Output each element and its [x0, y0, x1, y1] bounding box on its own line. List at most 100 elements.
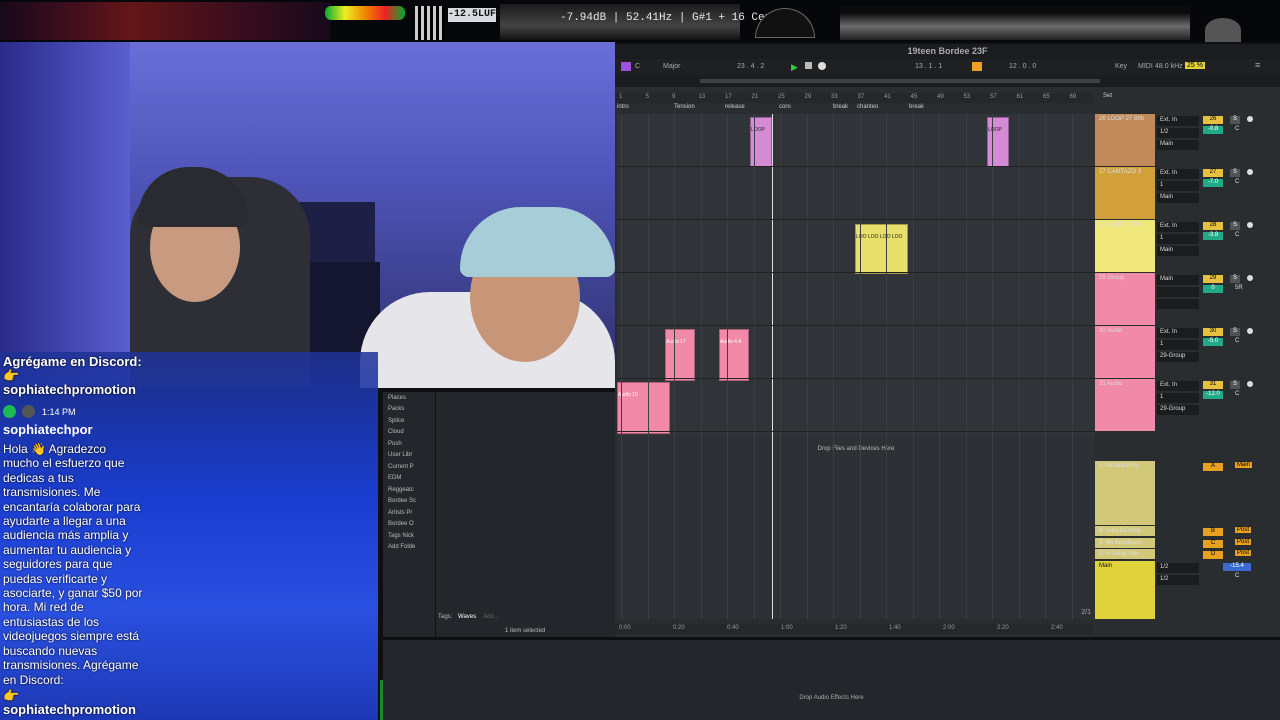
- output-select[interactable]: 29-Group: [1157, 405, 1199, 415]
- arm-icon[interactable]: [1247, 381, 1253, 387]
- master-pan[interactable]: C: [1235, 573, 1239, 579]
- browser-place-item[interactable]: EDM: [388, 475, 401, 486]
- browser-place-item[interactable]: User Libr: [388, 452, 412, 463]
- browser-place-item[interactable]: Current P: [388, 464, 414, 475]
- record-icon[interactable]: [818, 62, 826, 70]
- loop-icon[interactable]: [972, 62, 982, 71]
- loop-start-field[interactable]: 13 . 1 . 1: [915, 63, 942, 70]
- locator[interactable]: break: [833, 104, 848, 110]
- track-header[interactable]: 28 LOOP 2 90bp Ext. In 1 Main 28 -3.8 C S: [1095, 220, 1280, 272]
- locator[interactable]: intro: [617, 104, 629, 110]
- browser-place-item[interactable]: Reggeatc: [388, 487, 414, 498]
- return-header[interactable]: B ValhallaDelay B Post: [1095, 526, 1280, 536]
- volume-field[interactable]: -5.0: [1203, 338, 1223, 346]
- return-name[interactable]: C 4th Bandpass: [1095, 537, 1155, 548]
- track-lane[interactable]: [617, 114, 1095, 167]
- scale-select[interactable]: Major: [663, 63, 681, 70]
- track-number[interactable]: 28: [1203, 222, 1223, 230]
- locator[interactable]: break: [909, 104, 924, 110]
- channel-select[interactable]: 1: [1157, 393, 1199, 403]
- volume-field[interactable]: -12.0: [1203, 391, 1223, 399]
- volume-field[interactable]: -0.8: [1203, 126, 1223, 134]
- master-cue[interactable]: 1/2: [1157, 563, 1199, 573]
- volume-field[interactable]: -7.0: [1203, 179, 1223, 187]
- track-header[interactable]: 30 Audio Ext. In 1 29-Group 30 -5.0 C S: [1095, 326, 1280, 378]
- arm-icon[interactable]: [1247, 275, 1253, 281]
- browser-place-item[interactable]: Cloud: [388, 429, 404, 440]
- position-field[interactable]: 23 . 4 . 2: [737, 63, 764, 70]
- solo-button[interactable]: S: [1230, 222, 1240, 230]
- return-header[interactable]: D H-Delay Ster D Post: [1095, 549, 1280, 559]
- track-name[interactable]: 26 LOOP 27 89b: [1095, 114, 1155, 166]
- arm-icon[interactable]: [1247, 116, 1253, 122]
- master-out[interactable]: 1/2: [1157, 575, 1199, 585]
- time-ruler[interactable]: 0:00 0:20 0:40 1:00 1:20 1:40 2:00 2:20 2:40: [615, 624, 1093, 634]
- master-name[interactable]: Main: [1095, 561, 1155, 619]
- track-lane[interactable]: [617, 220, 1095, 273]
- pan-field[interactable]: C: [1235, 391, 1239, 397]
- return-name[interactable]: B ValhallaDelay: [1095, 526, 1155, 536]
- arm-icon[interactable]: [1247, 169, 1253, 175]
- overview-bar[interactable]: [615, 75, 1280, 87]
- input-select[interactable]: Main: [1157, 275, 1199, 285]
- return-letter[interactable]: C: [1203, 539, 1223, 548]
- track-lane[interactable]: [617, 273, 1095, 326]
- output-select[interactable]: [1157, 299, 1199, 309]
- track-lane[interactable]: [617, 167, 1095, 220]
- pan-field[interactable]: 5R: [1235, 285, 1243, 291]
- channel-select[interactable]: 1: [1157, 340, 1199, 350]
- return-name[interactable]: D H-Delay Ster: [1095, 549, 1155, 559]
- track-number[interactable]: 27: [1203, 169, 1223, 177]
- browser-place-item[interactable]: Push: [388, 441, 402, 452]
- browser-place-item[interactable]: Packs: [388, 406, 404, 417]
- track-name[interactable]: 28 LOOP 2 90bp: [1095, 220, 1155, 272]
- channel-select[interactable]: 1: [1157, 181, 1199, 191]
- solo-button[interactable]: S: [1230, 169, 1240, 177]
- return-name[interactable]: A ValhallaVinta: [1095, 461, 1155, 525]
- scale-icon[interactable]: [621, 62, 631, 71]
- track-number[interactable]: 26: [1203, 116, 1223, 124]
- output-select[interactable]: Main: [1157, 140, 1199, 150]
- track-name[interactable]: 29 Group: [1095, 273, 1155, 325]
- locator-lane[interactable]: intro Tension release coro break chanteo break: [617, 104, 1095, 114]
- track-header[interactable]: 27 CAMTAZO 3 Ext. In 1 Main 27 -7.0 C S: [1095, 167, 1280, 219]
- bar-ruler[interactable]: 1 5 9 13 17 21 25 29 33 37 41 45 49 53 57 61 65 69: [615, 93, 1093, 103]
- track-header[interactable]: 29 Group Main 29 0 5R S: [1095, 273, 1280, 325]
- input-select[interactable]: Ext. In: [1157, 169, 1199, 179]
- channel-select[interactable]: [1157, 287, 1199, 297]
- browser-place-item[interactable]: Tags Nick: [388, 533, 414, 544]
- track-name[interactable]: 31 Audio: [1095, 379, 1155, 431]
- arrangement-view[interactable]: LOOP LOOP LOO LOO LOO LOO Audio 17 Audio…: [617, 114, 1095, 619]
- key-toggle[interactable]: Key: [1115, 63, 1127, 70]
- solo-button[interactable]: S: [1230, 381, 1240, 389]
- return-mode[interactable]: Post: [1235, 550, 1252, 556]
- pan-field[interactable]: C: [1235, 232, 1239, 238]
- output-select[interactable]: 29-Group: [1157, 352, 1199, 362]
- return-letter[interactable]: B: [1203, 528, 1223, 536]
- track-number[interactable]: 29: [1203, 275, 1223, 283]
- return-header[interactable]: A ValhallaVinta A Main: [1095, 461, 1280, 525]
- input-select[interactable]: Ext. In: [1157, 116, 1199, 126]
- browser-place-item[interactable]: Splice: [388, 418, 404, 429]
- locator[interactable]: Tension: [674, 104, 695, 110]
- tag-chip[interactable]: Waves: [458, 614, 476, 620]
- return-letter[interactable]: D: [1203, 551, 1223, 559]
- solo-button[interactable]: S: [1230, 116, 1240, 124]
- input-select[interactable]: Ext. In: [1157, 328, 1199, 338]
- track-number[interactable]: 31: [1203, 381, 1223, 389]
- locator[interactable]: release: [725, 104, 745, 110]
- stop-icon[interactable]: [805, 62, 812, 69]
- pan-field[interactable]: C: [1235, 179, 1239, 185]
- browser-place-item[interactable]: Artists Pr: [388, 510, 412, 521]
- track-name[interactable]: 27 CAMTAZO 3: [1095, 167, 1155, 219]
- browser-place-item[interactable]: Bordee O: [388, 521, 414, 532]
- solo-button[interactable]: S: [1230, 328, 1240, 336]
- track-lane[interactable]: [617, 379, 1095, 432]
- set-button[interactable]: Set: [1103, 93, 1112, 99]
- return-mode[interactable]: Post: [1235, 527, 1252, 533]
- return-header[interactable]: C 4th Bandpass C Post: [1095, 537, 1280, 548]
- overview-window[interactable]: [700, 79, 1100, 83]
- browser-place-item[interactable]: Bordee Sc: [388, 498, 416, 509]
- menu-icon[interactable]: ≡: [1255, 60, 1260, 70]
- key-select[interactable]: C: [635, 63, 640, 70]
